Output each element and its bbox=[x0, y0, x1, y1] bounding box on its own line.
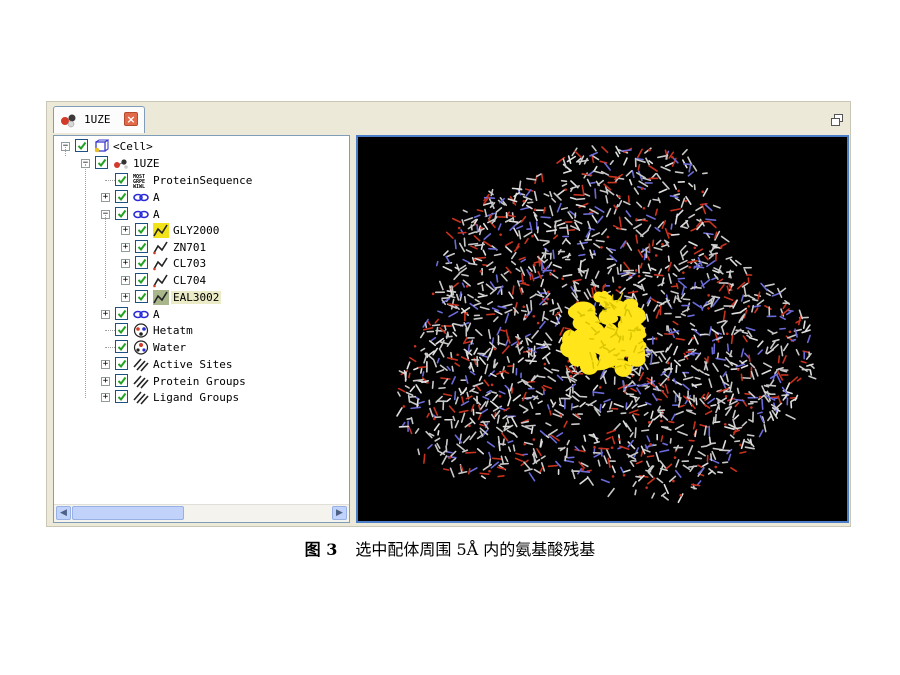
tree-item-label: <Cell> bbox=[113, 140, 153, 153]
tree-row[interactable]: −1UZE bbox=[54, 156, 344, 172]
tree-connector bbox=[85, 164, 86, 398]
tree-connector bbox=[105, 347, 115, 348]
expand-icon[interactable]: + bbox=[101, 360, 110, 369]
visibility-checkbox[interactable] bbox=[135, 240, 148, 253]
tree-row[interactable]: + EAL3002 bbox=[54, 290, 344, 306]
visibility-checkbox[interactable] bbox=[75, 139, 88, 152]
group-icon bbox=[133, 357, 149, 372]
visibility-checkbox[interactable] bbox=[115, 173, 128, 186]
tree-item-label: CL704 bbox=[173, 274, 207, 287]
visibility-checkbox[interactable] bbox=[115, 390, 128, 403]
tree-row[interactable]: Water bbox=[54, 340, 344, 356]
tree-item-label: A bbox=[153, 208, 160, 221]
cell-icon bbox=[93, 139, 110, 154]
visibility-checkbox[interactable] bbox=[115, 357, 128, 370]
expand-icon[interactable]: + bbox=[121, 226, 130, 235]
tree-item-label: ProteinSequence bbox=[153, 174, 253, 187]
application-window: 1UZE × − <Cell> −1UZE MQST GRPE WIWL ProteinSe… bbox=[46, 101, 851, 527]
tree-row[interactable]: + A bbox=[54, 307, 344, 323]
expand-icon[interactable]: + bbox=[121, 259, 130, 268]
tree-item-label: ZN701 bbox=[173, 241, 207, 254]
tab-1uze[interactable]: 1UZE × bbox=[53, 106, 145, 133]
tree-row[interactable]: Hetatm bbox=[54, 323, 344, 339]
tab-label: 1UZE bbox=[84, 113, 111, 126]
group-icon bbox=[133, 374, 149, 389]
visibility-checkbox[interactable] bbox=[115, 190, 128, 203]
chain-icon bbox=[133, 190, 149, 205]
tree-item-label: GLY2000 bbox=[173, 224, 220, 237]
tree-connector bbox=[105, 330, 115, 331]
ligand-icon bbox=[153, 273, 169, 288]
tree-item-label: CL703 bbox=[173, 257, 207, 270]
svg-text:WIWL: WIWL bbox=[133, 184, 145, 188]
tree-item-label: Water bbox=[153, 341, 187, 354]
visibility-checkbox[interactable] bbox=[115, 374, 128, 387]
group-icon bbox=[133, 390, 149, 405]
tree-item-label: Protein Groups bbox=[153, 375, 246, 388]
tree-item-label: 1UZE bbox=[133, 157, 160, 170]
scroll-right-icon[interactable]: ▶ bbox=[332, 506, 347, 520]
chain-icon bbox=[133, 207, 149, 222]
tree-row[interactable]: + Ligand Groups bbox=[54, 390, 344, 406]
expand-icon[interactable]: + bbox=[121, 243, 130, 252]
structure-tree: − <Cell> −1UZE MQST GRPE WIWL ProteinSequence +… bbox=[53, 135, 350, 523]
ligand-icon bbox=[153, 290, 169, 305]
tab-bar: 1UZE × bbox=[47, 102, 850, 133]
protein-structure-render bbox=[396, 145, 817, 504]
tree-row[interactable]: MQST GRPE WIWL ProteinSequence bbox=[54, 173, 344, 190]
expand-icon[interactable]: + bbox=[121, 276, 130, 285]
caption-text: 选中配体周围 5Å 内的氨基酸残基 bbox=[355, 540, 596, 559]
highlighted-residues bbox=[560, 290, 647, 377]
maximize-icon[interactable] bbox=[830, 112, 844, 131]
close-tab-icon[interactable]: × bbox=[124, 112, 138, 126]
tree-row[interactable]: + Active Sites bbox=[54, 357, 344, 373]
tree-row[interactable]: + ZN701 bbox=[54, 240, 344, 256]
expand-icon[interactable]: + bbox=[101, 310, 110, 319]
water-icon bbox=[133, 340, 149, 355]
tree-item-label: Hetatm bbox=[153, 324, 193, 337]
scroll-left-icon[interactable]: ◀ bbox=[56, 506, 71, 520]
tree-row[interactable]: + CL703 bbox=[54, 256, 344, 272]
tree-item-label: EAL3002 bbox=[171, 291, 222, 304]
visibility-checkbox[interactable] bbox=[135, 290, 148, 303]
visibility-checkbox[interactable] bbox=[135, 223, 148, 236]
expand-icon[interactable]: + bbox=[121, 293, 130, 302]
tree-row[interactable]: + CL704 bbox=[54, 273, 344, 289]
visibility-checkbox[interactable] bbox=[115, 207, 128, 220]
hetatm-icon bbox=[133, 323, 149, 338]
molecule-icon bbox=[113, 156, 129, 171]
visibility-checkbox[interactable] bbox=[115, 323, 128, 336]
sequence-icon: MQST GRPE WIWL bbox=[133, 173, 149, 190]
chain-icon bbox=[133, 307, 149, 322]
figure-number: 图 3 bbox=[304, 540, 338, 559]
tree-row[interactable]: + A bbox=[54, 190, 344, 206]
figure-caption: 图 3 选中配体周围 5Å 内的氨基酸残基 bbox=[0, 536, 900, 560]
tree-connector bbox=[105, 180, 115, 181]
expand-icon[interactable]: + bbox=[101, 393, 110, 402]
horizontal-scrollbar[interactable]: ◀ ▶ bbox=[54, 504, 349, 522]
expand-icon[interactable]: + bbox=[101, 193, 110, 202]
molecule-tab-icon bbox=[60, 112, 78, 132]
ligand-icon bbox=[153, 223, 169, 238]
tree-row[interactable]: + GLY2000 bbox=[54, 223, 344, 239]
tree-row[interactable]: + Protein Groups bbox=[54, 374, 344, 390]
visibility-checkbox[interactable] bbox=[95, 156, 108, 169]
scrollbar-thumb[interactable] bbox=[72, 506, 184, 520]
visibility-checkbox[interactable] bbox=[135, 256, 148, 269]
tree-connector bbox=[105, 215, 106, 298]
tree-item-label: Active Sites bbox=[153, 358, 233, 371]
tree-connector bbox=[65, 147, 66, 156]
ligand-icon bbox=[153, 240, 169, 255]
visibility-checkbox[interactable] bbox=[115, 307, 128, 320]
tree-item-label: A bbox=[153, 308, 160, 321]
tree-item-label: Ligand Groups bbox=[153, 391, 240, 404]
tree-row[interactable]: − <Cell> bbox=[54, 139, 344, 155]
expand-icon[interactable]: + bbox=[101, 377, 110, 386]
visibility-checkbox[interactable] bbox=[115, 340, 128, 353]
molecule-3d-viewer[interactable] bbox=[356, 135, 849, 523]
ligand-icon bbox=[153, 256, 169, 271]
tree-row[interactable]: − A bbox=[54, 207, 344, 223]
tree-item-label: A bbox=[153, 191, 160, 204]
visibility-checkbox[interactable] bbox=[135, 273, 148, 286]
